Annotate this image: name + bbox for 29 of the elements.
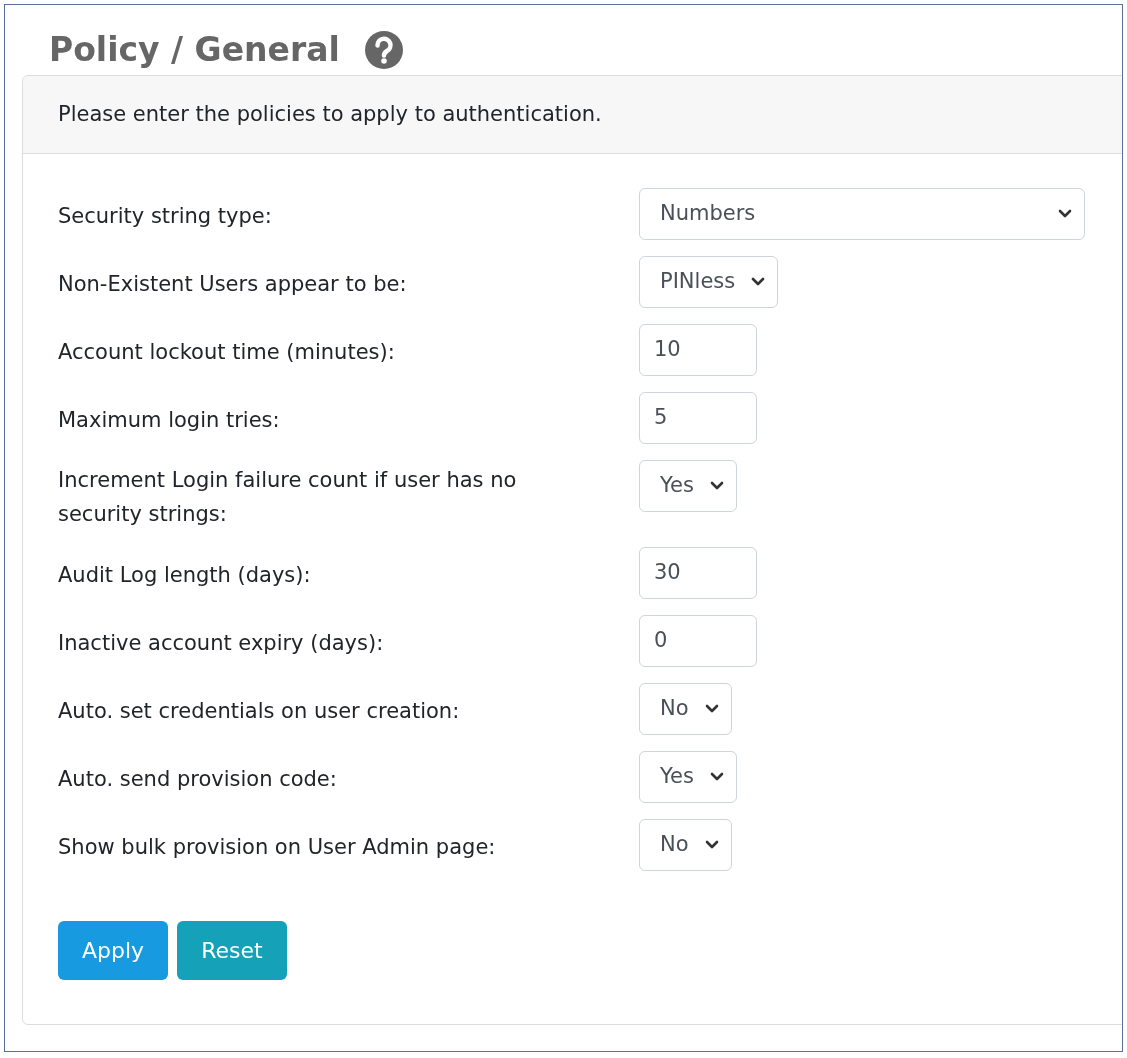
chevron-down-icon (704, 840, 719, 850)
select-field[interactable]: No (639, 683, 732, 735)
input-field[interactable]: 10 (639, 324, 757, 376)
field-label: Security string type: (58, 202, 273, 230)
page-title: Policy / General (49, 29, 340, 72)
select-field[interactable]: Yes (639, 460, 737, 512)
field-label: Auto. send provision code: (58, 765, 338, 793)
chevron-down-icon (709, 772, 724, 782)
chevron-down-icon (1058, 209, 1072, 219)
field-label: Show bulk provision on User Admin page: (58, 833, 497, 861)
select-field[interactable]: Numbers (639, 188, 1085, 240)
select-field[interactable]: No (639, 819, 732, 871)
help-icon[interactable] (363, 30, 404, 70)
chevron-down-icon (704, 704, 719, 714)
field-label: Audit Log length (days): (58, 561, 312, 589)
field-label: Account lockout time (minutes): (58, 338, 396, 366)
intro-text: Please enter the policies to apply to authentication. (58, 100, 602, 128)
chevron-down-icon (709, 481, 724, 491)
field-label: Inactive account expiry (days): (58, 629, 385, 657)
field-label: Non-Existent Users appear to be: (58, 270, 408, 298)
field-label: Auto. set credentials on user creation: (58, 697, 461, 725)
chevron-down-icon (751, 277, 766, 287)
input-field[interactable]: 0 (639, 615, 757, 667)
field-label: Increment Login failure count if user has no security strings: (58, 467, 518, 528)
input-field[interactable]: 30 (639, 547, 757, 599)
select-field[interactable]: Yes (639, 751, 737, 803)
input-field[interactable]: 5 (639, 392, 757, 444)
select-field[interactable]: PINless (639, 256, 779, 308)
field-label: Maximum login tries: (58, 406, 281, 434)
